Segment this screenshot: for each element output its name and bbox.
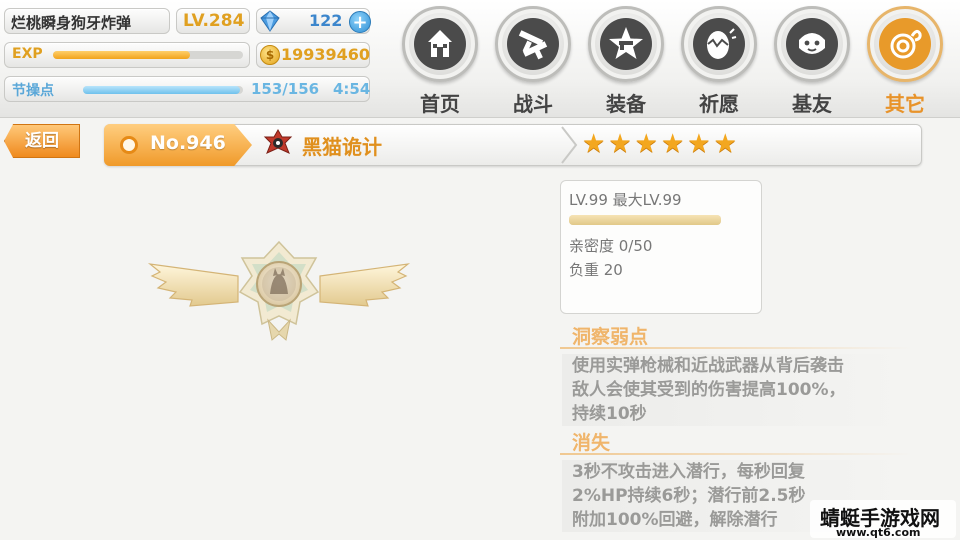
nav-other[interactable]: 其它 xyxy=(863,4,947,116)
weight-text: 负重 20 xyxy=(569,261,623,279)
stamina-fill xyxy=(83,86,240,94)
stamina-value: 153/156 xyxy=(251,80,320,98)
skill-1-title: 洞察弱点 xyxy=(572,326,649,348)
nav-home-label: 首页 xyxy=(420,92,460,116)
crossed-guns-icon xyxy=(518,30,548,60)
gem-count: 122 xyxy=(309,11,343,30)
rarity-star-icon: ★ xyxy=(582,129,606,159)
skill-1-line-3: 持续10秒 xyxy=(572,404,647,424)
top-status-bar: 烂桃瞬身狗牙炸弹 LV.284 122 + EXP $ 19939460 节操点… xyxy=(0,0,960,118)
rarity-stars: ★ ★ ★ ★ ★ ★ xyxy=(582,131,737,157)
player-level: LV.284 xyxy=(183,11,245,31)
rarity-star-icon: ★ xyxy=(634,129,658,159)
exp-fill xyxy=(53,51,190,59)
friend-face-icon xyxy=(799,33,825,54)
nav-battle[interactable]: 战斗 xyxy=(491,4,575,116)
nav-home[interactable]: 首页 xyxy=(398,4,482,116)
nav-equip[interactable]: 装备 xyxy=(584,4,668,116)
card-number-dot-icon xyxy=(120,136,138,154)
skill-2-title: 消失 xyxy=(572,432,611,454)
nav-wish[interactable]: 祈愿 xyxy=(677,4,761,116)
skill-2-divider xyxy=(560,453,912,455)
player-level-pill: LV.284 xyxy=(176,8,250,34)
card-level-fill xyxy=(569,215,721,225)
skill-1-description: 使用实弹枪械和近战武器从背后袭击 敌人会使其受到的伤害提高100%， 持续10秒 xyxy=(562,354,912,426)
rarity-star-icon: ★ xyxy=(660,129,685,159)
winged-emblem-icon xyxy=(147,240,411,341)
card-name: 黑猫诡计 xyxy=(302,135,382,159)
rarity-star-icon: ★ xyxy=(713,129,737,159)
nav-wish-label: 祈愿 xyxy=(699,92,739,116)
nav-battle-label: 战斗 xyxy=(513,92,553,116)
rarity-star-icon: ★ xyxy=(608,129,632,159)
nav-friends[interactable]: 基友 xyxy=(770,4,854,116)
exp-bar: EXP xyxy=(4,42,250,68)
card-level-text: LV.99 最大LV.99 xyxy=(569,191,682,209)
exp-label: EXP xyxy=(12,46,43,62)
egg-icon xyxy=(707,28,737,59)
nav-equip-label: 装备 xyxy=(606,92,646,116)
diamond-icon xyxy=(260,10,280,32)
nav-other-label: 其它 xyxy=(885,92,925,116)
card-type-icon xyxy=(263,129,293,154)
other-swirl-icon xyxy=(890,29,922,59)
gold-counter: $ 19939460 xyxy=(256,42,370,68)
rarity-star-icon: ★ xyxy=(687,129,711,159)
skill-1-line-2: 敌人会使其受到的伤害提高100%， xyxy=(572,380,846,400)
add-gems-button[interactable]: + xyxy=(349,11,371,33)
card-level-track xyxy=(569,215,721,225)
gold-count: 19939460 xyxy=(281,45,371,64)
skill-1-divider xyxy=(560,347,912,349)
house-icon xyxy=(428,30,452,57)
player-name: 烂桃瞬身狗牙炸弹 xyxy=(11,14,132,32)
nav-friends-label: 基友 xyxy=(792,92,832,116)
stamina-bar: 节操点 153/156 4:54 xyxy=(4,76,370,102)
skill-1-line-1: 使用实弹枪械和近战武器从背后袭击 xyxy=(572,356,844,376)
divider-chevron-icon xyxy=(561,126,578,164)
card-stats-panel: LV.99 最大LV.99 亲密度 0/50 负重 20 xyxy=(560,180,762,314)
skill-2-line-1: 3秒不攻击进入潜行，每秒回复 xyxy=(572,462,805,482)
exp-track xyxy=(53,51,243,59)
player-name-pill: 烂桃瞬身狗牙炸弹 xyxy=(4,8,170,34)
stamina-label: 节操点 xyxy=(12,83,54,99)
affinity-text: 亲密度 0/50 xyxy=(569,237,653,255)
watermark-url: www.qt6.com xyxy=(836,526,921,539)
card-number: No.946 xyxy=(150,132,226,154)
star-gun-icon xyxy=(609,27,643,59)
stamina-track xyxy=(83,86,243,94)
stamina-timer: 4:54 xyxy=(333,80,371,98)
gold-coin-icon: $ xyxy=(260,45,280,65)
back-button[interactable]: 返回 xyxy=(4,124,80,158)
